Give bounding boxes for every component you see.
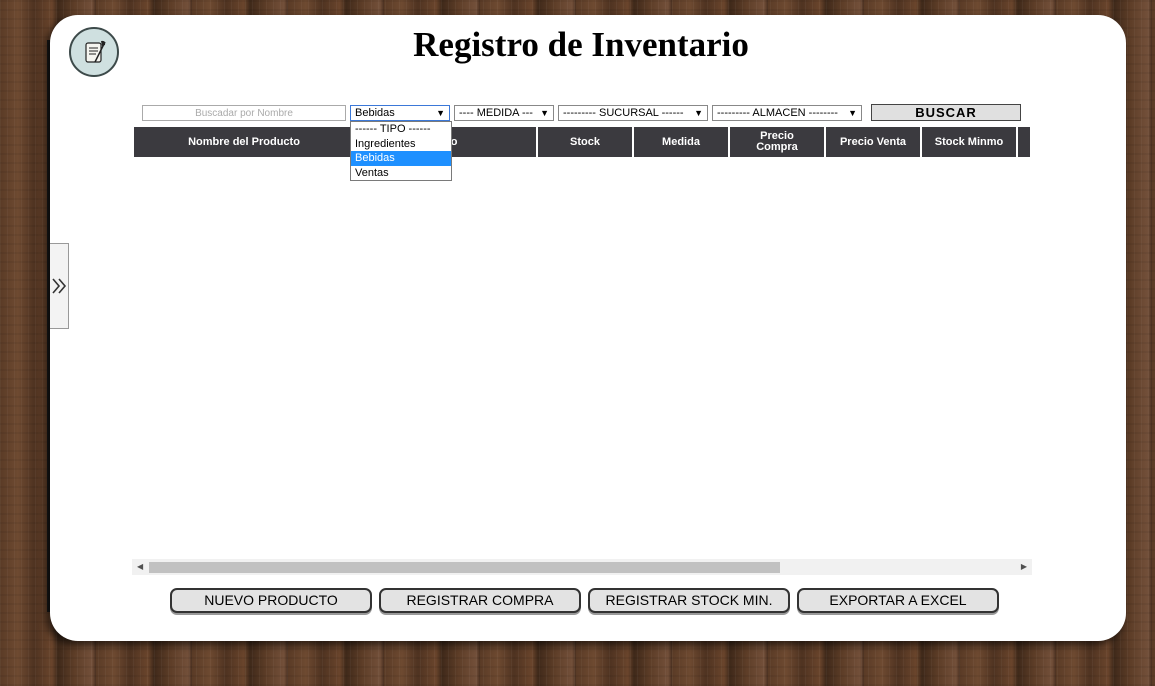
chevron-down-icon: ▼ xyxy=(540,108,549,118)
dropdown-option-selected[interactable]: Bebidas xyxy=(351,151,451,166)
chevron-down-icon: ▼ xyxy=(694,108,703,118)
column-header[interactable]: Stock Minmo xyxy=(922,127,1016,157)
tipo-select-value: Bebidas xyxy=(355,107,395,119)
medida-select[interactable]: ---- MEDIDA --- ▼ xyxy=(454,105,554,121)
horizontal-scrollbar[interactable]: ◀ ▶ xyxy=(132,559,1032,575)
column-header[interactable] xyxy=(1018,127,1030,157)
scroll-thumb[interactable] xyxy=(149,562,780,573)
new-product-button[interactable]: NUEVO PRODUCTO xyxy=(170,588,372,613)
column-header[interactable]: Precio Compra xyxy=(730,127,824,157)
search-input[interactable] xyxy=(142,105,346,121)
search-button[interactable]: BUSCAR xyxy=(871,104,1021,121)
double-chevron-right-icon xyxy=(52,278,67,294)
almacen-select[interactable]: --------- ALMACEN -------- ▼ xyxy=(712,105,862,121)
almacen-select-value: --------- ALMACEN -------- xyxy=(717,107,838,119)
register-purchase-button[interactable]: REGISTRAR COMPRA xyxy=(379,588,581,613)
dropdown-option[interactable]: Ventas xyxy=(351,166,451,181)
column-header[interactable]: Nombre del Producto xyxy=(134,127,354,157)
sucursal-select-value: --------- SUCURSAL ------ xyxy=(563,107,684,119)
tipo-dropdown-list: ------ TIPO ------ Ingredientes Bebidas … xyxy=(350,121,452,181)
column-header[interactable]: Stock xyxy=(538,127,632,157)
sidebar-toggle[interactable] xyxy=(50,243,69,329)
medida-select-value: ---- MEDIDA --- xyxy=(459,107,533,119)
dropdown-option[interactable]: Ingredientes xyxy=(351,137,451,152)
dropdown-option[interactable]: ------ TIPO ------ xyxy=(351,122,451,137)
register-min-stock-button[interactable]: REGISTRAR STOCK MIN. xyxy=(588,588,790,613)
inventory-card: Registro de Inventario Bebidas ▼ ---- ME… xyxy=(50,15,1126,641)
export-excel-button[interactable]: EXPORTAR A EXCEL xyxy=(797,588,999,613)
chevron-down-icon: ▼ xyxy=(436,108,445,118)
column-header[interactable]: Precio Venta xyxy=(826,127,920,157)
table-header: Nombre del Producto Tipo Stock Medida Pr… xyxy=(134,127,1030,157)
tipo-select[interactable]: Bebidas ▼ xyxy=(350,105,450,121)
column-header[interactable]: Medida xyxy=(634,127,728,157)
chevron-down-icon: ▼ xyxy=(848,108,857,118)
scroll-left-arrow-icon[interactable]: ◀ xyxy=(137,562,143,571)
sucursal-select[interactable]: --------- SUCURSAL ------ ▼ xyxy=(558,105,708,121)
page-title: Registro de Inventario xyxy=(413,25,749,64)
scroll-right-arrow-icon[interactable]: ▶ xyxy=(1021,562,1027,571)
